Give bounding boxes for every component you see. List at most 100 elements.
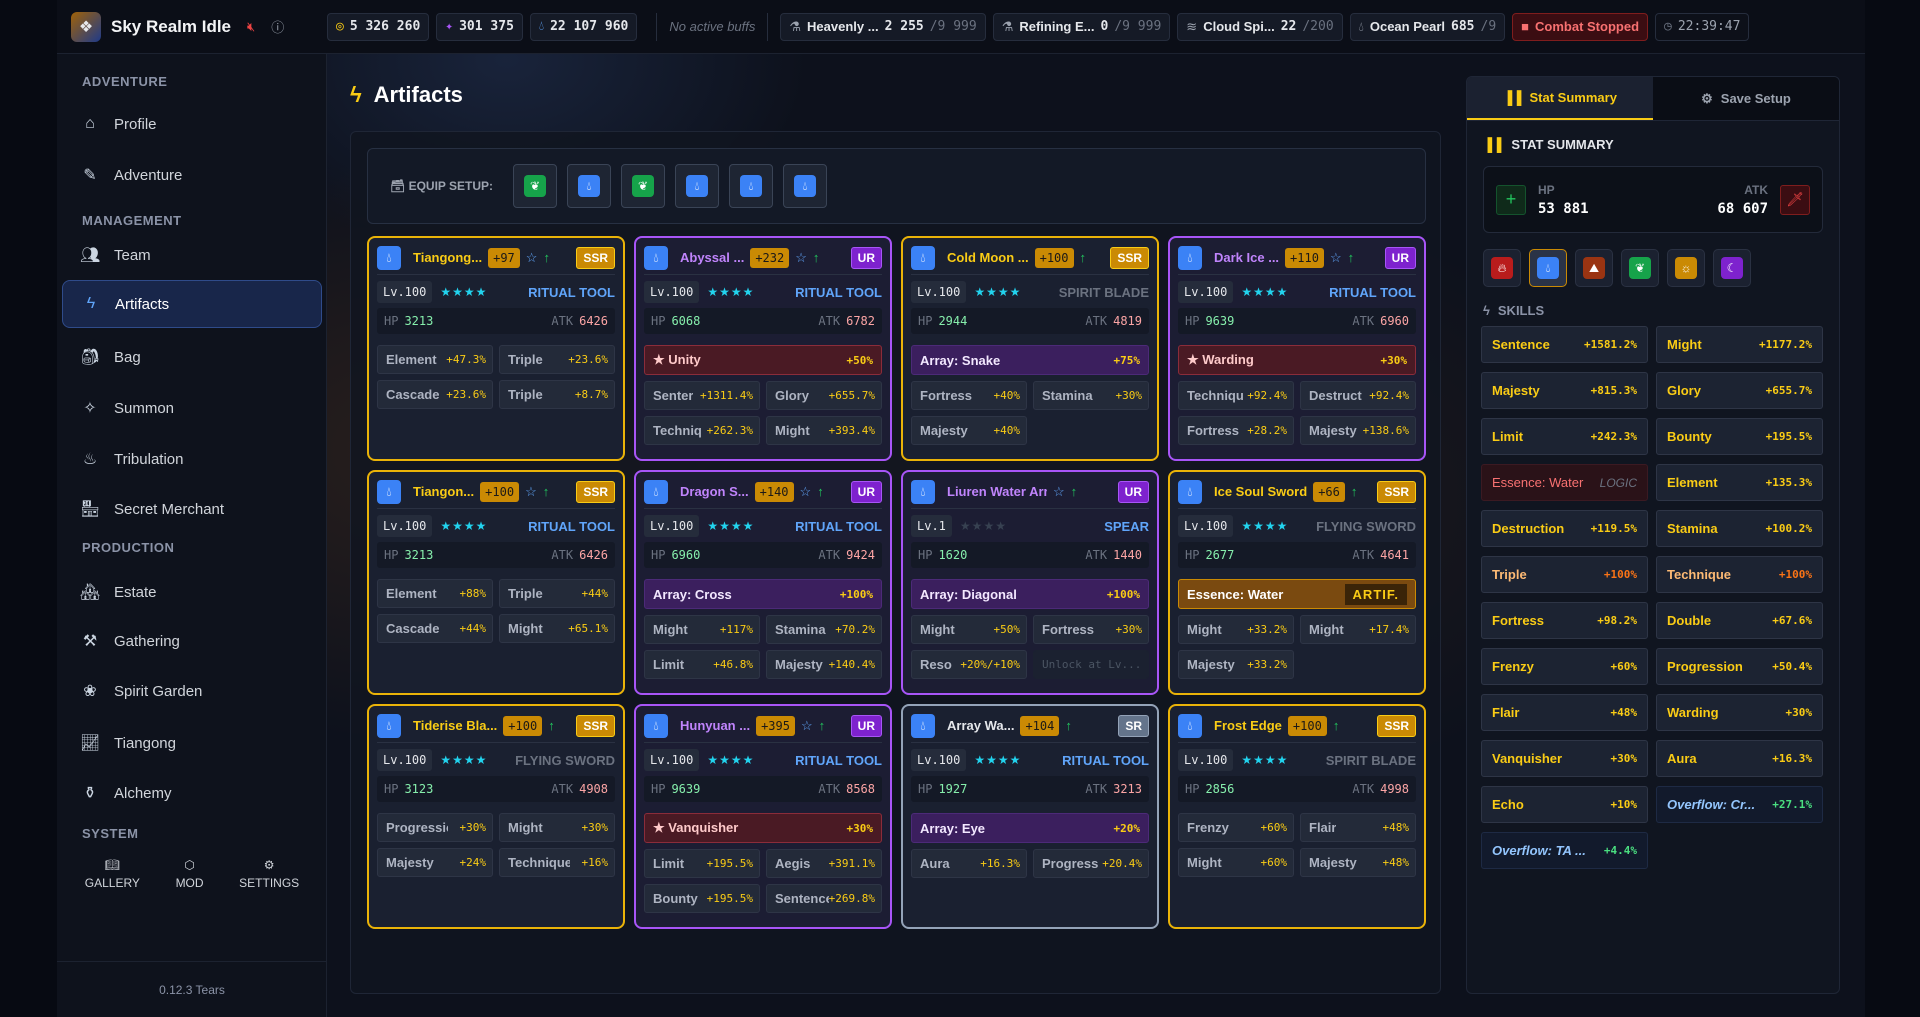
sidebar-item-adventure[interactable]: ✎ Adventure — [62, 151, 322, 199]
atk-value: 4998 — [1380, 782, 1409, 796]
artifact-card[interactable]: 💧︎ Tiangong... +97 ☆ ↑ SSR Lv.100 ★★★★ RIT… — [367, 236, 625, 461]
star-icon: ★ — [475, 753, 488, 767]
sidebar-item-alchemy[interactable]: ⚱ Alchemy — [62, 769, 322, 817]
hp-atk-summary: + HP 53 881 ATK 68 607 🗡︎ — [1483, 166, 1823, 233]
artifact-name: Ice Soul Sword — [1214, 484, 1308, 499]
sidebar-item-estate[interactable]: 🏘︎ Estate — [62, 568, 322, 616]
favorite-star-icon[interactable]: ☆ — [1053, 484, 1065, 500]
favorite-star-icon[interactable]: ☆ — [801, 718, 813, 734]
water-element-icon: 💧︎ — [377, 245, 401, 270]
upgrade-arrow-icon[interactable]: ↑ — [1348, 250, 1355, 265]
equip-slot-5[interactable]: 💧︎ — [783, 164, 828, 208]
artifact-card[interactable]: 💧︎ Dragon S... +140 ☆ ↑ UR Lv.100 ★★★★ RIT… — [634, 470, 892, 695]
artifact-card[interactable]: 💧︎ Ice Soul Sword +66 ↑ SSR Lv.100 ★★★★ FL… — [1168, 470, 1426, 695]
upgrade-arrow-icon[interactable]: ↑ — [817, 484, 824, 499]
artifact-name: Abyssal ... — [680, 250, 745, 265]
special-affix: Array: Diagonal +100% — [911, 579, 1149, 609]
sidebar-item-spirit-garden[interactable]: ❀ Spirit Garden — [62, 667, 322, 715]
star-icon: ★ — [997, 285, 1010, 299]
enhance-level: +104 — [1020, 715, 1060, 736]
artifact-type: SPEAR — [1104, 518, 1149, 534]
favorite-star-icon[interactable]: ☆ — [1330, 250, 1342, 266]
star-icon: ★ — [719, 753, 731, 767]
artifact-card[interactable]: 💧︎ Hunyuan ... +395 ☆ ↑ UR Lv.100 ★★★★ RIT… — [634, 704, 892, 929]
skill-item: Progression +50.4% — [1656, 648, 1823, 685]
artifact-card[interactable]: 💧︎ Abyssal ... +232 ☆ ↑ UR Lv.100 ★★★★ RIT… — [634, 236, 892, 461]
upgrade-arrow-icon[interactable]: ↑ — [819, 718, 826, 733]
help-icon[interactable]: ⓘ — [271, 17, 284, 36]
sword-icon: 🗡︎ — [1780, 184, 1810, 215]
star-icon: ★ — [707, 285, 720, 299]
materials: ⚗ Heavenly ... 2 255/9 999 ⚗ Refining E... 0/… — [780, 12, 1512, 41]
gallery-button[interactable]: 📖︎ GALLERY — [85, 858, 140, 890]
element-filter-wood[interactable]: ❦ — [1621, 249, 1659, 287]
artifact-card[interactable]: 💧︎ Dark Ice ... +110 ☆ ↑ UR Lv.100 ★★★★ RI… — [1168, 236, 1426, 461]
artifact-card[interactable]: 💧︎ Cold Moon ... +100 ↑ SSR Lv.100 ★★★★ SP… — [901, 236, 1159, 461]
artifact-card[interactable]: 💧︎ Liuren Water Arr... ☆ ↑ UR Lv.1★★★★SP… — [901, 470, 1159, 695]
artifact-name: Frost Edge — [1214, 718, 1282, 733]
artifact-card[interactable]: 💧︎ Frost Edge +100 ↑ SSR Lv.100 ★★★★ SPIRI… — [1168, 704, 1426, 929]
artifact-card[interactable]: 💧︎ Tiangon... +100 ☆ ↑ SSR Lv.100 ★★★★ RIT… — [367, 470, 625, 695]
mute-icon[interactable]: 🔇︎ — [247, 19, 255, 35]
upgrade-arrow-icon[interactable]: ↑ — [543, 250, 550, 265]
upgrade-arrow-icon[interactable]: ↑ — [813, 250, 820, 265]
sidebar-item-team[interactable]: 👥︎ Team — [62, 231, 322, 279]
rarity-badge: SSR — [576, 246, 615, 269]
upgrade-arrow-icon[interactable]: ↑ — [1071, 484, 1078, 499]
star-icon: ★ — [974, 753, 987, 767]
upgrade-arrow-icon[interactable]: ↑ — [1351, 484, 1358, 499]
top-bar: ❖ Sky Realm Idle 🔇︎ ⓘ ◎ 5 326 260 ✦ 301 37… — [57, 0, 1865, 54]
equip-slot-1[interactable]: 💧︎ — [567, 164, 612, 208]
tab-stat-summary[interactable]: ▐▐ Stat Summary — [1467, 77, 1653, 120]
upgrade-arrow-icon[interactable]: ↑ — [543, 484, 550, 499]
tab-save-setup[interactable]: ⚙ Save Setup — [1653, 77, 1839, 120]
sidebar-item-summon[interactable]: ✧ Summon — [62, 384, 322, 432]
artifact-type: RITUAL TOOL — [528, 518, 615, 534]
artifact-type: RITUAL TOOL — [1329, 284, 1416, 300]
sidebar-item-tribulation[interactable]: ♨ Tribulation — [62, 435, 322, 483]
sidebar-item-artifacts[interactable]: ϟ Artifacts — [62, 280, 322, 328]
rarity-badge: UR — [850, 714, 882, 737]
sidebar-item-gathering[interactable]: ⚒ Gathering — [62, 617, 322, 665]
mod-button[interactable]: ⬡ MOD — [176, 858, 204, 890]
artifact-card[interactable]: 💧︎ Array Wa... +104 ↑ SR Lv.100 ★★★★ RITUA… — [901, 704, 1159, 929]
skill-item: Triple +100% — [1481, 556, 1648, 593]
artifact-card[interactable]: 💧︎ Tiderise Bla... +100 ↑ SSR Lv.100 ★★★★… — [367, 704, 625, 929]
skill-item: Fortress +98.2% — [1481, 602, 1648, 639]
favorite-star-icon[interactable]: ☆ — [795, 250, 807, 266]
sidebar-item-profile[interactable]: ⌂ Profile — [62, 100, 322, 148]
element-filter-metal[interactable]: ☼ — [1667, 249, 1705, 287]
element-filter-fire[interactable]: 🔥︎ — [1483, 249, 1521, 287]
equip-slot-0[interactable]: ❦ — [513, 164, 558, 208]
book-icon: 📖︎ — [104, 858, 120, 872]
equip-slot-4[interactable]: 💧︎ — [729, 164, 774, 208]
affix: Majesty +140.4% — [766, 650, 882, 679]
upgrade-arrow-icon[interactable]: ↑ — [1065, 718, 1072, 733]
upgrade-arrow-icon[interactable]: ↑ — [548, 718, 555, 733]
sidebar-item-tiangong[interactable]: 📈︎ Tiangong — [62, 719, 322, 767]
enhance-level: +140 — [754, 481, 794, 502]
favorite-star-icon[interactable]: ☆ — [526, 250, 538, 266]
affix: Fortress +40% — [911, 381, 1027, 410]
equip-slot-3[interactable]: 💧︎ — [675, 164, 720, 208]
artifact-type: SPIRIT BLADE — [1058, 284, 1149, 300]
favorite-star-icon[interactable]: ☆ — [800, 484, 812, 500]
hp-value: 3213 — [404, 548, 434, 562]
upgrade-arrow-icon[interactable]: ↑ — [1080, 250, 1087, 265]
upgrade-arrow-icon[interactable]: ↑ — [1333, 718, 1340, 733]
element-filter-dark[interactable]: ☾ — [1713, 249, 1751, 287]
affix: Might +30% — [499, 813, 615, 842]
combat-status-button[interactable]: ■ Combat Stopped — [1512, 12, 1649, 41]
element-filter-earth[interactable]: ⛰︎ — [1575, 249, 1613, 287]
favorite-star-icon[interactable]: ☆ — [525, 484, 537, 500]
affix: Cascade +44% — [377, 614, 493, 643]
atk-value: 6426 — [579, 548, 608, 562]
sidebar-item-secret-merchant[interactable]: 🏪︎ Secret Merchant — [62, 485, 322, 533]
settings-button[interactable]: ⚙ SETTINGS — [239, 858, 299, 890]
equip-slot-2[interactable]: ❦ — [621, 164, 666, 208]
sidebar-item-bag[interactable]: 🎒︎ Bag — [62, 333, 322, 381]
element-filter-water[interactable]: 💧︎ — [1529, 249, 1567, 287]
star-rating: ★★★★ — [440, 753, 487, 767]
affix: Triple +8.7% — [499, 380, 615, 409]
level-badge: Lv.100 — [911, 749, 967, 771]
